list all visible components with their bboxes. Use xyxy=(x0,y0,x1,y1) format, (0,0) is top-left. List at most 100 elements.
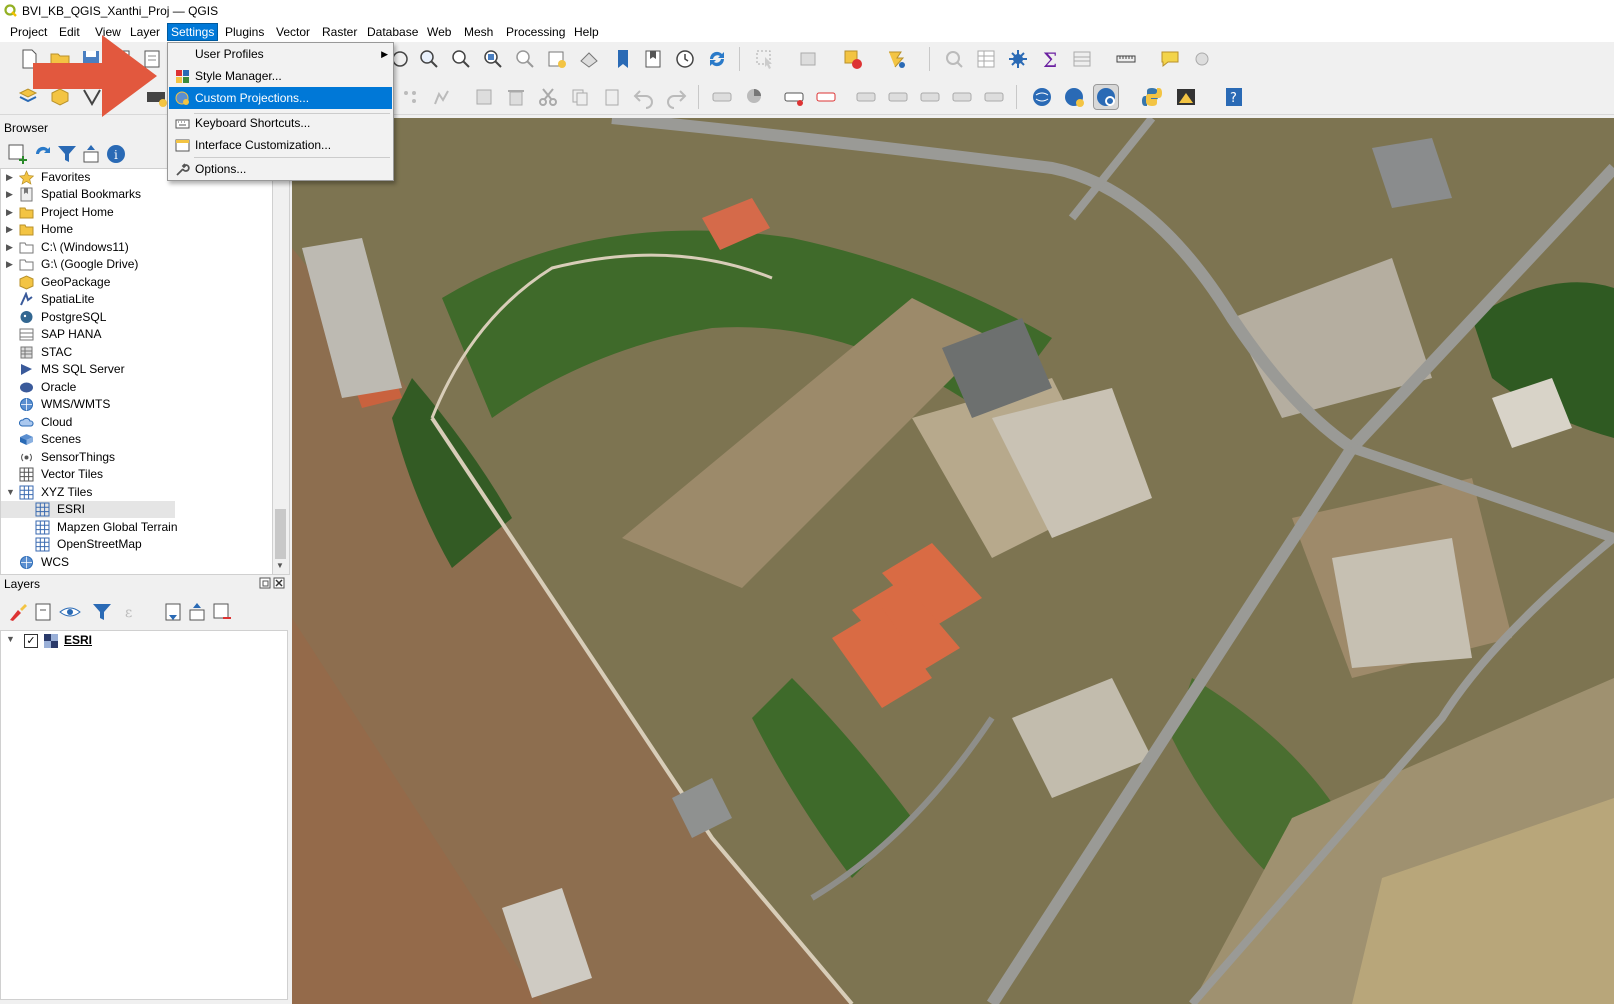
change-label-icon[interactable] xyxy=(982,85,1006,109)
zoom-last-icon[interactable] xyxy=(577,47,601,71)
browser-item-vector-tiles[interactable]: Vector Tiles xyxy=(1,466,273,483)
browser-item-cloud[interactable]: Cloud xyxy=(1,414,273,431)
browser-item-openstreetmap[interactable]: OpenStreetMap xyxy=(1,536,273,553)
browser-item-sensorthings[interactable]: SensorThings xyxy=(1,449,273,466)
georeferencer-icon[interactable] xyxy=(1174,85,1198,109)
filter-by-expression-icon[interactable]: ε xyxy=(122,600,150,621)
identify-features-icon[interactable] xyxy=(942,47,966,71)
vertex-tool-icon[interactable] xyxy=(398,85,422,109)
browser-item-stac[interactable]: STAC xyxy=(1,344,273,361)
menu-settings[interactable]: Settings xyxy=(166,23,219,41)
browser-item-ms-sql-server[interactable]: MS SQL Server xyxy=(1,361,273,378)
processing-toolbox-icon[interactable] xyxy=(1006,47,1030,71)
add-feature-icon[interactable] xyxy=(885,47,909,71)
browser-item-sap-hana[interactable]: SAP HANA xyxy=(1,326,273,343)
browser-item-project-home[interactable]: ▶ Project Home xyxy=(1,204,273,221)
layer-visibility-checkbox[interactable]: ✓ xyxy=(24,634,38,648)
zoom-full-icon[interactable] xyxy=(481,47,505,71)
browser-item-postgresql[interactable]: PostgreSQL xyxy=(1,309,273,326)
pin-labels-icon[interactable] xyxy=(854,85,878,109)
browser-item-geopackage[interactable]: GeoPackage xyxy=(1,274,273,291)
add-group-icon[interactable] xyxy=(31,600,51,621)
menu-item-options[interactable]: Options... xyxy=(169,158,392,180)
annotation-icon[interactable] xyxy=(1158,47,1182,71)
scroll-down-arrow-icon[interactable]: ▼ xyxy=(276,561,284,570)
undo-icon[interactable] xyxy=(632,85,656,109)
delete-selected-icon[interactable] xyxy=(504,85,528,109)
scrollbar-thumb[interactable] xyxy=(275,509,286,559)
browser-item-scenes[interactable]: Scenes xyxy=(1,431,273,448)
statistical-summary-icon[interactable]: Σ xyxy=(1038,47,1062,71)
paste-features-icon[interactable] xyxy=(600,85,624,109)
filter-browser-icon[interactable] xyxy=(55,142,76,162)
browser-item-g-drive[interactable]: ▶ G:\ (Google Drive) xyxy=(1,256,273,273)
show-hide-labels-icon[interactable] xyxy=(886,85,910,109)
menu-item-style-manager[interactable]: Style Manager... xyxy=(169,65,392,87)
zoom-native-icon[interactable] xyxy=(449,47,473,71)
menu-mesh[interactable]: Mesh xyxy=(461,24,496,40)
menu-item-custom-projections[interactable]: Custom Projections... xyxy=(169,87,392,109)
locator-icon[interactable] xyxy=(1190,47,1214,71)
toggle-display-labels-icon[interactable] xyxy=(814,85,838,109)
layer-labeling-icon[interactable] xyxy=(710,85,734,109)
menu-vector[interactable]: Vector xyxy=(273,24,313,40)
browser-item-mapzen-global-terrain[interactable]: Mapzen Global Terrain xyxy=(1,519,273,536)
zoom-layer-icon[interactable] xyxy=(545,47,569,71)
python-console-icon[interactable] xyxy=(1140,85,1164,109)
cut-features-icon[interactable] xyxy=(536,85,560,109)
browser-item-wcs[interactable]: WCS xyxy=(1,554,273,571)
browser-item-wms-wmts[interactable]: WMS/WMTS xyxy=(1,396,273,413)
copy-features-icon[interactable] xyxy=(568,85,592,109)
filter-legend-icon[interactable] xyxy=(90,600,114,620)
move-label-icon[interactable] xyxy=(918,85,942,109)
deselect-features-icon[interactable] xyxy=(841,47,865,71)
menu-processing[interactable]: Processing xyxy=(503,24,568,40)
show-map-tips-icon[interactable] xyxy=(1070,47,1094,71)
info-icon[interactable]: i xyxy=(104,142,125,163)
attribute-table-icon[interactable] xyxy=(974,47,998,71)
rotate-label-icon[interactable] xyxy=(950,85,974,109)
refresh-browser-icon[interactable] xyxy=(31,142,50,160)
open-layer-styling-icon[interactable] xyxy=(6,600,27,621)
cloud-globe-icon[interactable] xyxy=(1030,85,1054,109)
browser-item-oracle[interactable]: Oracle xyxy=(1,379,273,396)
layer-diagram-icon[interactable] xyxy=(743,85,767,109)
map-canvas[interactable] xyxy=(292,118,1614,1004)
menu-web[interactable]: Web xyxy=(424,24,454,40)
menu-item-user-profiles[interactable]: User Profiles ▶ xyxy=(169,43,392,65)
menu-database[interactable]: Database xyxy=(364,24,421,40)
refresh-icon[interactable] xyxy=(705,47,729,71)
add-selected-layers-icon[interactable] xyxy=(6,142,27,164)
browser-item-xyz-tiles[interactable]: ▼ XYZ Tiles xyxy=(1,484,273,501)
help-icon[interactable]: ? xyxy=(1222,85,1246,109)
browser-item-c-drive[interactable]: ▶ C:\ (Windows11) xyxy=(1,239,273,256)
layer-row-esri[interactable]: ▼ ✓ ESRI xyxy=(1,631,287,650)
zoom-in-icon[interactable] xyxy=(417,47,441,71)
browser-item-esri[interactable]: ESRI xyxy=(1,501,175,518)
redo-icon[interactable] xyxy=(664,85,688,109)
menu-help[interactable]: Help xyxy=(571,24,602,40)
select-features-icon[interactable] xyxy=(753,47,777,71)
expand-all-icon[interactable] xyxy=(162,600,182,621)
float-panel-icon[interactable] xyxy=(259,577,271,589)
add-wms-layer-icon[interactable] xyxy=(1062,85,1086,109)
menu-item-interface-customization[interactable]: Interface Customization... xyxy=(169,134,392,156)
modify-attributes-icon[interactable] xyxy=(472,85,496,109)
select-by-value-icon[interactable] xyxy=(797,47,821,71)
new-bookmark-icon[interactable] xyxy=(611,47,635,71)
menu-plugins[interactable]: Plugins xyxy=(222,24,267,40)
browser-scrollbar[interactable]: ▼ xyxy=(272,168,290,575)
close-panel-icon[interactable] xyxy=(273,577,285,589)
quickmapservices-icon[interactable] xyxy=(1093,84,1119,110)
zoom-selection-icon[interactable] xyxy=(513,47,537,71)
show-bookmarks-icon[interactable] xyxy=(641,47,665,71)
measure-line-icon[interactable] xyxy=(1114,47,1138,71)
collapse-all-layers-icon[interactable] xyxy=(186,600,206,621)
manage-map-themes-icon[interactable] xyxy=(58,600,82,620)
collapse-arrow-icon[interactable]: ▼ xyxy=(6,634,15,644)
menu-item-keyboard-shortcuts[interactable]: Keyboard Shortcuts... xyxy=(169,112,392,134)
menu-raster[interactable]: Raster xyxy=(319,24,360,40)
browser-item-spatial-bookmarks[interactable]: ▶ Spatial Bookmarks xyxy=(1,186,273,203)
browser-item-spatialite[interactable]: SpatiaLite xyxy=(1,291,273,308)
edit-geometry-icon[interactable] xyxy=(430,85,454,109)
